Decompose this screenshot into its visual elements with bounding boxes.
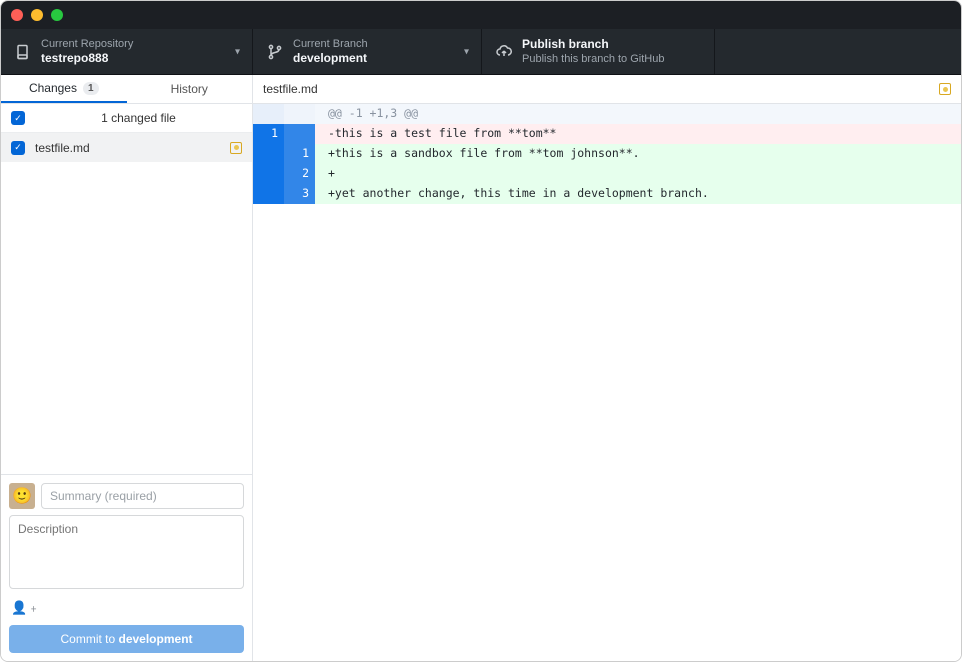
line-text: +yet another change, this time in a deve… xyxy=(322,184,961,204)
changed-files-header: ✓ 1 changed file xyxy=(1,104,252,133)
avatar: 🙂 xyxy=(9,483,35,509)
file-checkbox[interactable]: ✓ xyxy=(11,141,25,155)
chevron-down-icon: ▾ xyxy=(235,46,240,57)
branch-label: Current Branch xyxy=(293,37,368,51)
app-window: Current Repository testrepo888 ▾ Current… xyxy=(0,0,962,662)
new-line-number: 3 xyxy=(284,184,315,204)
line-text: + xyxy=(322,164,961,184)
diff-line-added[interactable]: 1 +this is a sandbox file from **tom joh… xyxy=(253,144,961,164)
topbar-spacer xyxy=(715,29,961,74)
file-row[interactable]: ✓ testfile.md xyxy=(1,133,252,162)
publish-branch-button[interactable]: Publish branch Publish this branch to Gi… xyxy=(482,29,715,74)
content-body: Changes 1 History ✓ 1 changed file ✓ tes… xyxy=(1,75,961,661)
branch-name: development xyxy=(293,51,368,66)
diff-header: testfile.md xyxy=(253,75,961,104)
zoom-window-icon[interactable] xyxy=(51,9,63,21)
repo-selector[interactable]: Current Repository testrepo888 ▾ xyxy=(1,29,253,74)
diff-hunk-row: @@ -1 +1,3 @@ xyxy=(253,104,961,124)
old-line-number: 1 xyxy=(253,124,284,144)
hunk-text: @@ -1 +1,3 @@ xyxy=(322,104,961,124)
modified-icon xyxy=(939,83,951,95)
cloud-upload-icon xyxy=(496,44,512,60)
description-input[interactable] xyxy=(9,515,244,589)
changed-files-summary: 1 changed file xyxy=(35,111,242,125)
commit-button[interactable]: Commit to development xyxy=(9,625,244,653)
line-text: +this is a sandbox file from **tom johns… xyxy=(322,144,961,164)
new-line-number: 1 xyxy=(284,144,315,164)
modified-icon xyxy=(230,142,242,154)
branch-icon xyxy=(267,44,283,60)
diff-line-added[interactable]: 3 +yet another change, this time in a de… xyxy=(253,184,961,204)
tab-history-label: History xyxy=(171,82,208,96)
diff-view[interactable]: @@ -1 +1,3 @@ 1 -this is a test file fro… xyxy=(253,104,961,661)
titlebar xyxy=(1,1,961,29)
tab-history[interactable]: History xyxy=(127,75,253,103)
publish-title: Publish branch xyxy=(522,37,664,52)
tab-changes-label: Changes xyxy=(29,81,77,95)
repo-label: Current Repository xyxy=(41,37,133,51)
commit-button-branch: development xyxy=(119,632,193,646)
add-coauthor-button[interactable]: 👤﹢ xyxy=(9,595,244,619)
topbar: Current Repository testrepo888 ▾ Current… xyxy=(1,29,961,75)
sidebar-tabs: Changes 1 History xyxy=(1,75,252,104)
close-window-icon[interactable] xyxy=(11,9,23,21)
publish-desc: Publish this branch to GitHub xyxy=(522,52,664,66)
select-all-checkbox[interactable]: ✓ xyxy=(11,111,25,125)
new-line-number: 2 xyxy=(284,164,315,184)
branch-selector[interactable]: Current Branch development ▾ xyxy=(253,29,482,74)
diff-panel: testfile.md @@ -1 +1,3 @@ 1 -this is a t… xyxy=(253,75,961,661)
commit-form: 🙂 👤﹢ Commit to development xyxy=(1,474,252,661)
sidebar: Changes 1 History ✓ 1 changed file ✓ tes… xyxy=(1,75,253,661)
line-text: -this is a test file from **tom** xyxy=(322,124,961,144)
tab-changes[interactable]: Changes 1 xyxy=(1,75,127,103)
summary-input[interactable] xyxy=(41,483,244,509)
sidebar-spacer xyxy=(1,162,252,474)
changes-count-badge: 1 xyxy=(83,82,99,95)
chevron-down-icon: ▾ xyxy=(464,46,469,57)
file-name: testfile.md xyxy=(35,141,220,155)
repo-name: testrepo888 xyxy=(41,51,133,66)
diff-filename: testfile.md xyxy=(263,82,318,96)
diff-line-added[interactable]: 2 + xyxy=(253,164,961,184)
minimize-window-icon[interactable] xyxy=(31,9,43,21)
commit-button-prefix: Commit to xyxy=(60,632,118,646)
repo-icon xyxy=(15,44,31,60)
diff-line-deleted[interactable]: 1 -this is a test file from **tom** xyxy=(253,124,961,144)
